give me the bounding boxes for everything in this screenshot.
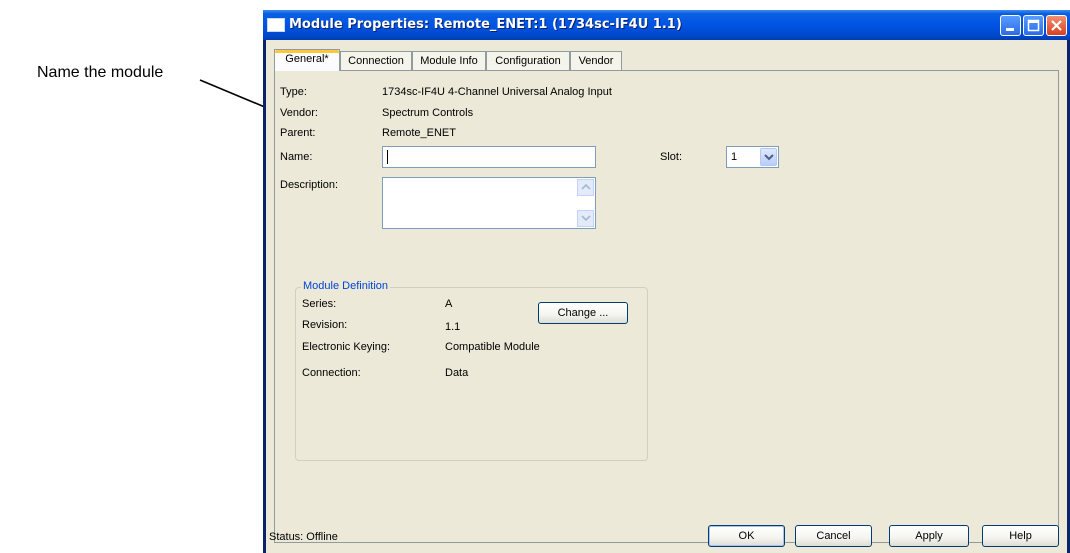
slot-label: Slot: bbox=[660, 151, 683, 163]
minimize-button[interactable] bbox=[1000, 15, 1021, 36]
type-value: 1734sc-IF4U 4-Channel Universal Analog I… bbox=[382, 86, 612, 98]
slot-dropdown-button[interactable] bbox=[760, 148, 777, 166]
ok-button[interactable]: OK bbox=[708, 525, 785, 547]
module-definition-legend: Module Definition bbox=[301, 280, 390, 292]
maximize-button[interactable] bbox=[1023, 15, 1044, 36]
name-label: Name: bbox=[280, 151, 313, 163]
keying-value: Compatible Module bbox=[445, 341, 540, 353]
revision-value: 1.1 bbox=[445, 321, 461, 333]
text-caret bbox=[387, 150, 388, 164]
scroll-down-button[interactable] bbox=[577, 210, 594, 227]
close-icon bbox=[1051, 20, 1062, 31]
vendor-label: Vendor: bbox=[280, 107, 318, 119]
close-button[interactable] bbox=[1046, 15, 1067, 36]
cancel-button[interactable]: Cancel bbox=[795, 525, 872, 547]
dialog-client: General* Connection Module Info Configur… bbox=[266, 40, 1067, 553]
window-icon bbox=[267, 18, 285, 32]
type-label: Type: bbox=[280, 86, 307, 98]
tab-module-info[interactable]: Module Info bbox=[412, 51, 486, 70]
description-label: Description: bbox=[280, 179, 339, 191]
maximize-icon bbox=[1027, 19, 1040, 32]
module-properties-window: Module Properties: Remote_ENET:1 (1734sc… bbox=[263, 10, 1070, 553]
scroll-up-button[interactable] bbox=[577, 179, 594, 196]
chevron-up-icon bbox=[581, 183, 591, 190]
minimize-icon bbox=[1006, 28, 1014, 31]
name-field[interactable] bbox=[382, 146, 596, 168]
help-button[interactable]: Help bbox=[982, 525, 1059, 547]
tab-general[interactable]: General* bbox=[274, 49, 340, 71]
tab-connection[interactable]: Connection bbox=[340, 51, 412, 70]
connection-label: Connection: bbox=[302, 367, 361, 379]
chevron-down-icon bbox=[581, 215, 591, 222]
slot-value: 1 bbox=[731, 151, 738, 163]
connection-value: Data bbox=[445, 367, 469, 379]
series-value: A bbox=[445, 298, 453, 310]
keying-label: Electronic Keying: bbox=[302, 341, 391, 353]
title-bar[interactable]: Module Properties: Remote_ENET:1 (1734sc… bbox=[263, 10, 1070, 40]
revision-label: Revision: bbox=[302, 319, 348, 331]
status-text: Status: Offline bbox=[269, 531, 338, 543]
apply-button[interactable]: Apply bbox=[889, 525, 969, 547]
change-button[interactable]: Change ... bbox=[538, 302, 628, 324]
slot-select[interactable]: 1 bbox=[726, 146, 779, 168]
tab-vendor[interactable]: Vendor bbox=[570, 51, 622, 70]
parent-value: Remote_ENET bbox=[382, 127, 456, 139]
callout-label: Name the module bbox=[37, 64, 164, 81]
description-field[interactable] bbox=[382, 177, 596, 229]
window-title: Module Properties: Remote_ENET:1 (1734sc… bbox=[289, 17, 682, 32]
series-label: Series: bbox=[302, 298, 337, 310]
general-tab-panel: Type: 1734sc-IF4U 4-Channel Universal An… bbox=[274, 70, 1059, 543]
parent-label: Parent: bbox=[280, 127, 316, 139]
tab-configuration[interactable]: Configuration bbox=[486, 51, 570, 70]
chevron-down-icon bbox=[764, 154, 774, 161]
vendor-value: Spectrum Controls bbox=[382, 107, 474, 119]
